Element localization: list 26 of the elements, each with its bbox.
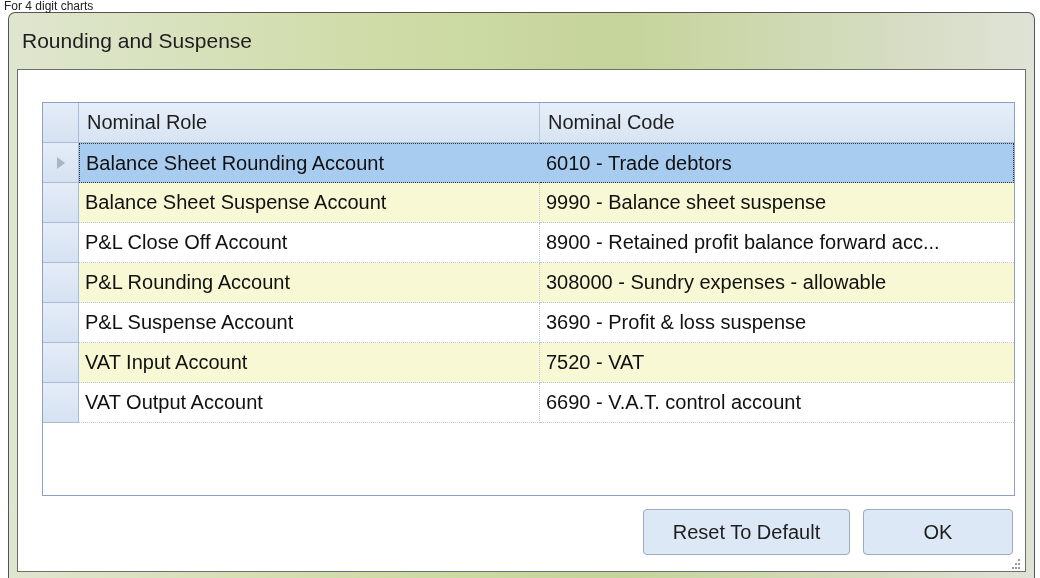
row-header[interactable] (43, 383, 79, 423)
table-cell: 6010 - Trade debtors (540, 143, 1014, 183)
row-header[interactable] (43, 263, 79, 303)
table-cell: 7520 - VAT (540, 343, 1014, 383)
caption-text: For 4 digit charts (3, 0, 95, 12)
ok-button[interactable]: OK (863, 509, 1013, 555)
table-cell: Balance Sheet Rounding Account (79, 143, 540, 183)
row-header[interactable] (43, 223, 79, 263)
table-cell: VAT Output Account (79, 383, 540, 423)
table-cell: 308000 - Sundry expenses - allowable (540, 263, 1014, 303)
row-header[interactable] (43, 183, 79, 223)
column-header[interactable]: Nominal Role (79, 103, 540, 143)
corner-header (43, 103, 79, 143)
table-cell: P&L Rounding Account (79, 263, 540, 303)
table-cell: Balance Sheet Suspense Account (79, 183, 540, 223)
table-cell: 9990 - Balance sheet suspense (540, 183, 1014, 223)
window-title: Rounding and Suspense (21, 28, 253, 54)
table-cell: 6690 - V.A.T. control account (540, 383, 1014, 423)
reset-button[interactable]: Reset To Default (643, 509, 850, 555)
table-cell: VAT Input Account (79, 343, 540, 383)
column-header[interactable]: Nominal Code (540, 103, 1014, 143)
resize-grip-icon (1009, 559, 1021, 571)
row-header[interactable] (43, 303, 79, 343)
row-header[interactable] (43, 143, 79, 183)
row-header[interactable] (43, 343, 79, 383)
current-row-icon (56, 156, 65, 169)
